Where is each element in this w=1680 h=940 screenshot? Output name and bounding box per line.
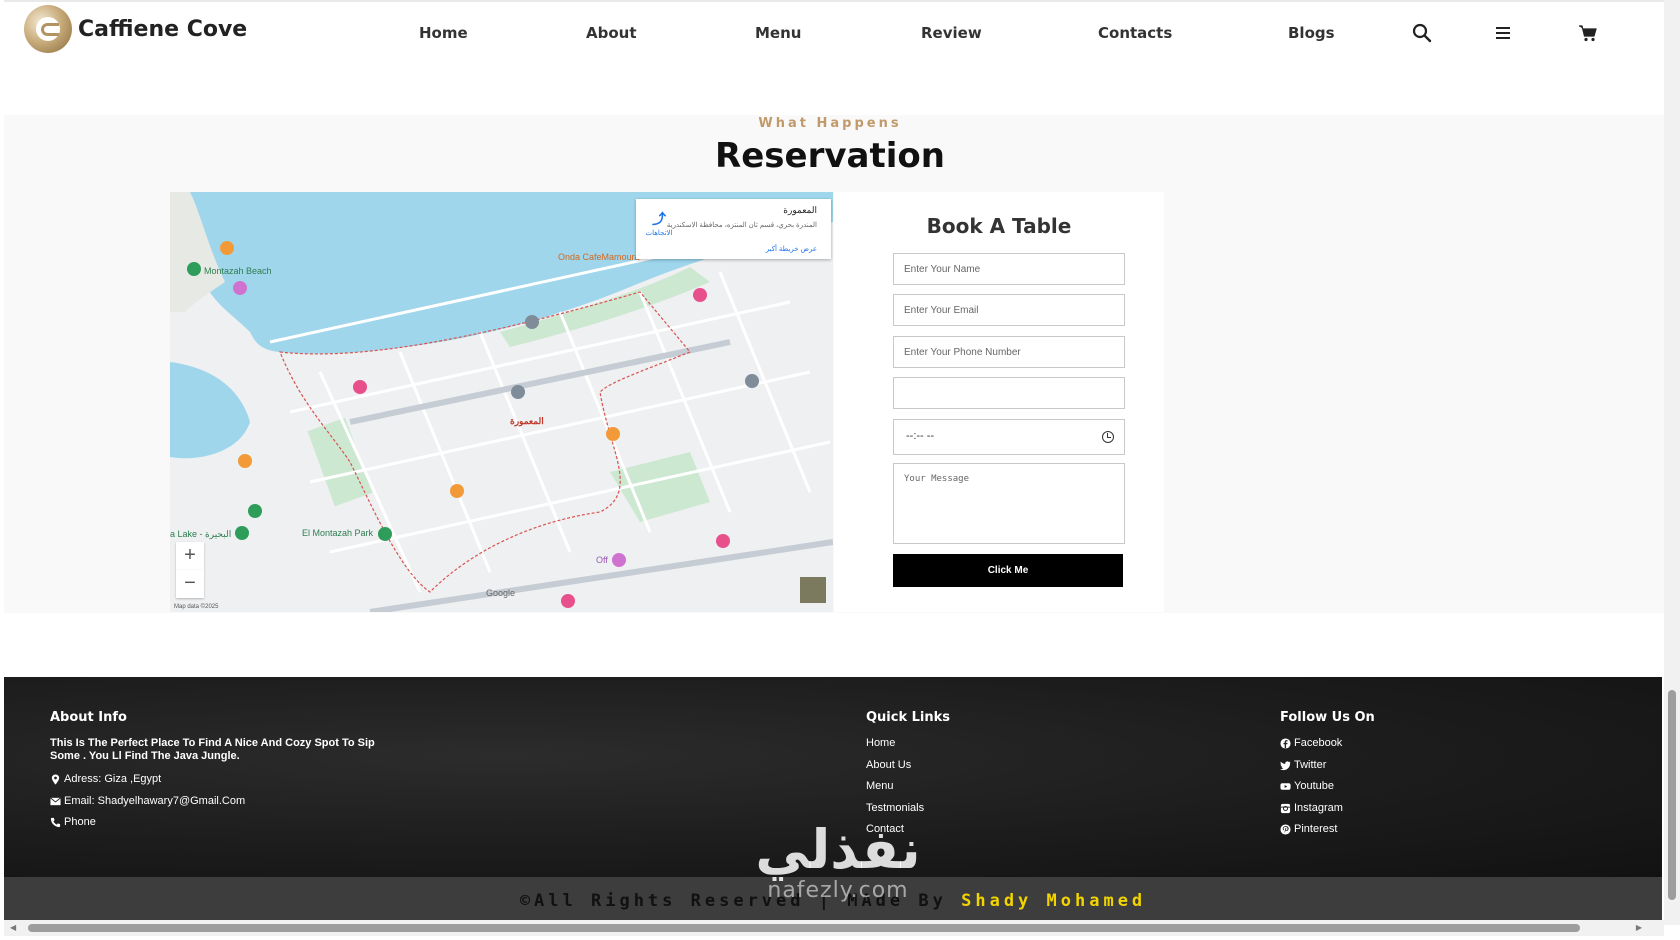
map-label-beach: Montazah Beach	[204, 266, 272, 276]
social-facebook[interactable]: Facebook	[1280, 737, 1375, 759]
horizontal-scroll-thumb[interactable]	[28, 924, 1580, 932]
phone-input[interactable]	[893, 336, 1125, 368]
cart-icon[interactable]	[1578, 23, 1598, 43]
map-label-mamoura: المعمورة	[510, 416, 544, 426]
nav-review[interactable]: Review	[921, 24, 982, 42]
map-marker-icon	[51, 774, 60, 785]
copyright-text: ©All Rights Reserved | MAde By Shady Moh…	[519, 891, 1147, 911]
scroll-right-arrow-icon[interactable]: ▶	[1636, 923, 1642, 932]
footer-about-heading: About Info	[50, 710, 127, 725]
map-attribution: Map data ©2025	[174, 604, 219, 610]
instagram-icon	[1280, 803, 1291, 813]
facebook-icon	[1280, 738, 1291, 749]
place-name: المعمورة	[783, 205, 817, 215]
booking-form: Book A Table --:-- -- Click Me	[834, 192, 1164, 612]
map-place-card[interactable]: ⤴ الاتجاهات المعمورة المندرة بحري، قسم ثا…	[636, 199, 831, 259]
footer-email: Email: Shadyelhawary7@Gmail.Com	[50, 795, 390, 817]
vertical-scroll-thumb[interactable]	[1668, 690, 1676, 900]
nav-home[interactable]: Home	[419, 24, 468, 42]
email-input[interactable]	[893, 294, 1125, 326]
twitter-icon	[1280, 760, 1291, 770]
footer-link-menu[interactable]: Menu	[866, 780, 894, 792]
nav-blogs[interactable]: Blogs	[1288, 24, 1335, 42]
footer-about-text: This Is The Perfect Place To Find A Nice…	[50, 737, 375, 762]
footer-quick-links: Quick Links Home About Us Menu Testmonia…	[866, 710, 950, 845]
submit-button[interactable]: Click Me	[893, 554, 1123, 587]
footer-phone: Phone	[50, 816, 390, 838]
pinterest-icon	[1280, 824, 1291, 835]
footer-links-heading: Quick Links	[866, 710, 951, 725]
social-instagram[interactable]: Instagram	[1280, 802, 1375, 824]
site-header: Caffiene Cove Home About Menu Review Con…	[4, 0, 1664, 68]
time-input[interactable]: --:-- --	[893, 419, 1125, 455]
section-eyebrow: What Happens	[758, 116, 902, 131]
social-youtube[interactable]: Youtube	[1280, 780, 1375, 802]
youtube-icon	[1280, 783, 1291, 790]
larger-map-link[interactable]: عرض خريطة أكبر	[766, 245, 817, 253]
envelope-icon	[50, 796, 61, 805]
vertical-scrollbar[interactable]	[1664, 0, 1680, 925]
date-input[interactable]	[893, 377, 1125, 409]
message-textarea[interactable]	[893, 463, 1125, 544]
phone-icon	[50, 817, 61, 828]
form-title: Book A Table	[926, 214, 1072, 238]
copyright-bar: ©All Rights Reserved | MAde By Shady Moh…	[4, 877, 1662, 923]
nav-menu[interactable]: Menu	[755, 24, 801, 42]
footer-link-contact[interactable]: Contact	[866, 823, 904, 835]
section-title: Reservation	[715, 136, 945, 176]
time-value: --:-- --	[906, 430, 935, 442]
social-pinterest[interactable]: Pinterest	[1280, 823, 1375, 845]
clock-icon[interactable]	[1102, 431, 1114, 443]
zoom-out-button[interactable]: −	[176, 570, 204, 598]
location-map[interactable]: Montazah Beach Onda CafeMamoura El Monta…	[170, 192, 833, 612]
footer-link-testimonials[interactable]: Testmonials	[866, 802, 924, 814]
footer-follow: Follow Us On Facebook Twitter Youtube In…	[1280, 710, 1375, 845]
google-logo: Google	[486, 588, 516, 598]
map-label-off: Off	[596, 555, 608, 565]
footer-address: Adress: Giza ,Egypt	[50, 773, 390, 795]
search-icon[interactable]	[1412, 23, 1432, 43]
footer-link-home[interactable]: Home	[866, 737, 895, 749]
scroll-left-arrow-icon[interactable]: ◀	[10, 923, 16, 932]
map-label-cafe: Onda CafeMamoura	[558, 252, 640, 262]
map-label-park: El Montazah Park	[302, 528, 374, 538]
horizontal-scrollbar[interactable]: ◀ ▶	[4, 920, 1664, 936]
social-twitter[interactable]: Twitter	[1280, 759, 1375, 781]
page: Caffiene Cove Home About Menu Review Con…	[0, 0, 1680, 940]
author-name: Shady Mohamed	[961, 891, 1147, 911]
nav-contacts[interactable]: Contacts	[1098, 24, 1172, 42]
menu-bars-icon[interactable]	[1493, 23, 1513, 43]
nav-about[interactable]: About	[586, 24, 637, 42]
place-address: المندرة بحري، قسم ثان المنتزه، محافظة ال…	[666, 222, 817, 229]
footer-link-about[interactable]: About Us	[866, 759, 911, 771]
footer-follow-heading: Follow Us On	[1280, 710, 1375, 725]
footer-about: About Info This Is The Perfect Place To …	[50, 710, 390, 838]
site-footer: About Info This Is The Perfect Place To …	[4, 677, 1662, 877]
map-label-lake: a Lake - البحيرة	[170, 529, 232, 539]
zoom-in-button[interactable]: +	[176, 542, 204, 570]
name-input[interactable]	[893, 253, 1125, 285]
